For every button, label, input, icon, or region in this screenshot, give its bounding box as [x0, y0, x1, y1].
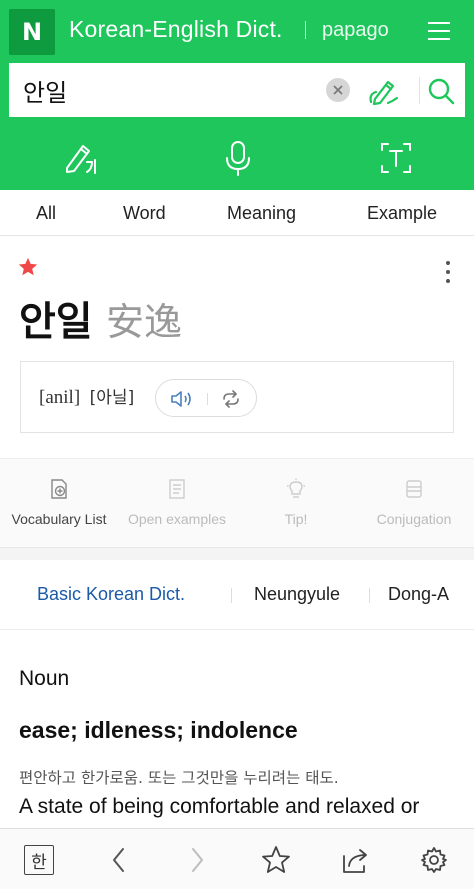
naver-logo[interactable]: N [9, 9, 55, 55]
lightbulb-icon [285, 478, 307, 500]
settings-gear-icon[interactable] [418, 844, 450, 876]
open-examples-label: Open examples [127, 511, 227, 527]
dict-tab-divider [369, 588, 370, 603]
share-icon[interactable] [340, 844, 372, 876]
pronunciation-box: [anil] [아닐] [20, 361, 454, 433]
pronunciation-text: [anil] [아닐] [39, 383, 134, 409]
hanja: 安逸 [106, 300, 183, 344]
more-options-icon[interactable] [439, 259, 457, 285]
search-icon[interactable] [423, 74, 459, 108]
forward-icon[interactable] [181, 844, 213, 876]
dict-tab-neungyule[interactable]: Neungyule [254, 584, 340, 605]
korean-definition: 편안하고 한가로움. 또는 그것만을 누리려는 태도. [19, 769, 339, 787]
bottom-toolbar: 한 [0, 828, 474, 889]
hangul-pronunciation: [아닐] [89, 388, 135, 408]
search-filter-tabs: All Word Meaning Example [0, 190, 474, 236]
speaker-icon[interactable] [170, 389, 194, 409]
entry-action-bar: Vocabulary List Open examples Tip! Conju… [0, 458, 474, 548]
papago-link[interactable]: papago [322, 19, 389, 42]
title-divider [305, 21, 306, 39]
microphone-icon[interactable] [218, 138, 258, 178]
conjugation-icon [403, 478, 425, 500]
conjugation-button[interactable]: Conjugation [355, 459, 473, 549]
english-meaning: ease; idleness; indolence [19, 717, 298, 743]
tab-word[interactable]: Word [123, 203, 166, 224]
dict-tab-dong-a[interactable]: Dong-A [388, 584, 449, 605]
tip-label: Tip! [284, 511, 308, 527]
tab-example[interactable]: Example [367, 203, 437, 224]
dict-tab-basic-korean[interactable]: Basic Korean Dict. [37, 584, 185, 605]
app-title[interactable]: Korean-English Dict. [69, 16, 283, 43]
handwriting-input-icon[interactable] [61, 138, 101, 178]
hangul-keyboard-button[interactable]: 한 [24, 845, 54, 875]
text-scan-icon[interactable] [376, 138, 416, 178]
repeat-icon[interactable] [221, 390, 241, 408]
search-box [9, 63, 465, 117]
dictionary-tabs: Basic Korean Dict. Neungyule Dong-A [0, 560, 474, 630]
dict-tab-divider [231, 588, 232, 603]
open-examples-button[interactable]: Open examples [118, 459, 236, 549]
tab-all[interactable]: All [36, 203, 56, 224]
menu-icon[interactable] [428, 20, 452, 42]
romanization: [anil] [39, 387, 81, 408]
handwriting-icon[interactable] [366, 74, 400, 108]
tip-button[interactable]: Tip! [237, 459, 355, 549]
header-bar: N Korean-English Dict. papago [0, 0, 474, 190]
examples-icon [166, 478, 188, 500]
part-of-speech: Noun [19, 667, 70, 690]
headword: 안일 [19, 299, 93, 345]
tab-meaning[interactable]: Meaning [227, 203, 296, 224]
clear-icon[interactable] [326, 78, 350, 102]
favorite-star-icon[interactable] [260, 844, 292, 876]
vocabulary-list-button[interactable]: Vocabulary List [0, 459, 118, 549]
importance-star-icon [17, 256, 39, 278]
audio-divider [207, 393, 208, 405]
vocabulary-list-label: Vocabulary List [11, 511, 107, 527]
section-divider [0, 548, 474, 560]
add-to-list-icon [48, 478, 70, 500]
search-divider [419, 77, 420, 104]
search-input[interactable] [23, 73, 313, 107]
conjugation-label: Conjugation [376, 511, 452, 527]
back-icon[interactable] [103, 844, 135, 876]
audio-controls [155, 379, 257, 417]
english-definition: A state of being comfortable and relaxed… [19, 795, 420, 818]
